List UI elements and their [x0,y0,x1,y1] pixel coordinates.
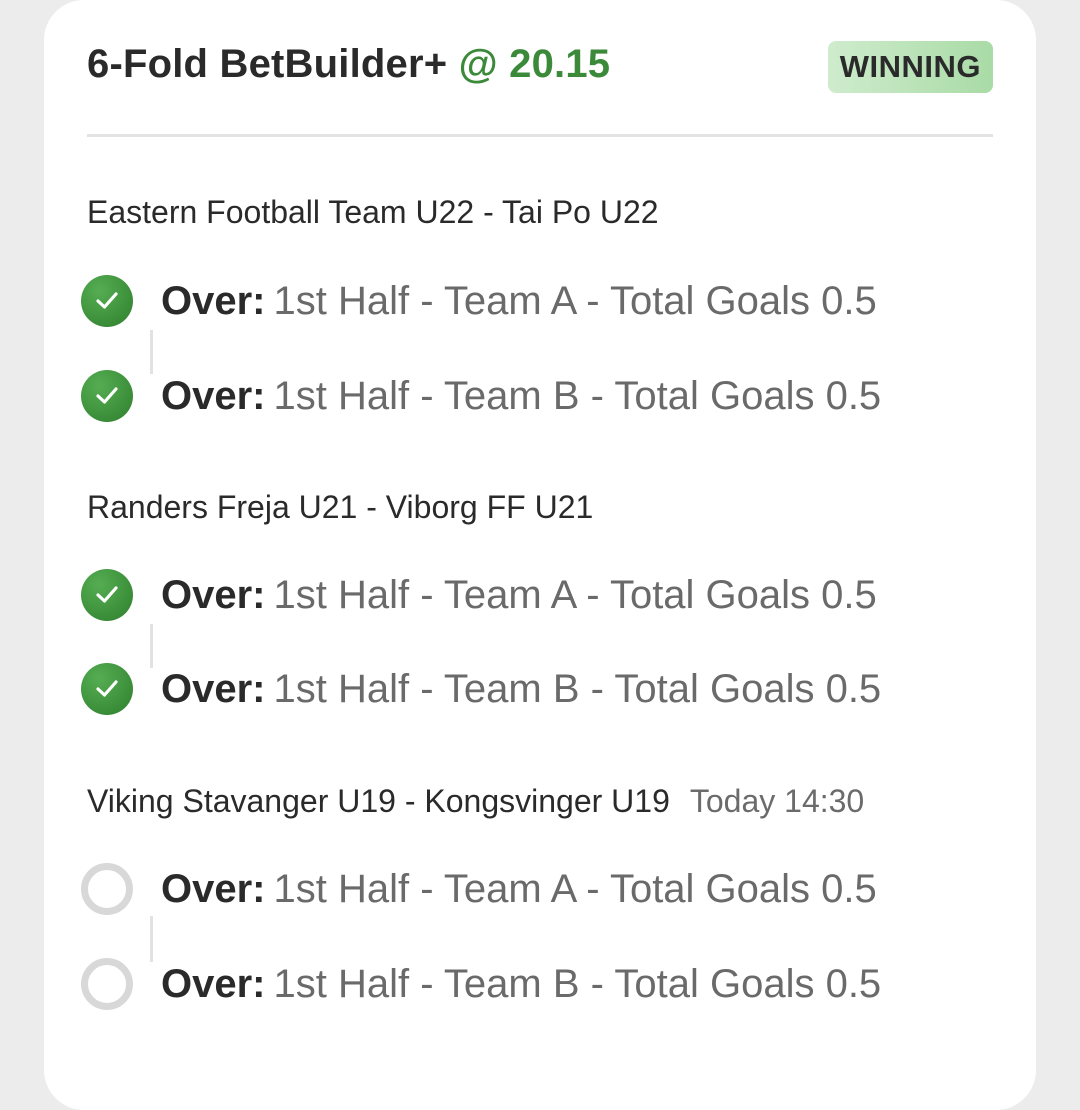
header-divider [87,134,993,137]
leg-selection: Over: [161,867,266,911]
leg-text: Over: 1st Half - Team A - Total Goals 0.5 [161,861,877,917]
empty-circle-icon [81,863,133,915]
leg-selection: Over: [161,279,266,323]
leg-text: Over: 1st Half - Team B - Total Goals 0.5 [161,956,881,1012]
leg-row: Over: 1st Half - Team B - Total Goals 0.5 [81,661,1001,717]
leg-text: Over: 1st Half - Team B - Total Goals 0.5 [161,661,881,717]
bet-title-text: 6-Fold BetBuilder+ [87,42,448,86]
leg-text: Over: 1st Half - Team A - Total Goals 0.5 [161,273,877,329]
leg-market: 1st Half - Team B - Total Goals 0.5 [273,374,882,418]
match-name: Viking Stavanger U19 - Kongsvinger U19 [87,783,670,819]
match-title-2: Randers Freja U21 - Viborg FF U21 [87,489,593,526]
check-circle-icon [81,663,133,715]
leg-market: 1st Half - Team A - Total Goals 0.5 [273,867,877,911]
bet-header: 6-Fold BetBuilder+ @ 20.15 WINNING [87,38,993,96]
check-circle-icon [81,370,133,422]
check-circle-icon [81,275,133,327]
bet-odds: @ 20.15 [458,42,611,86]
leg-market: 1st Half - Team B - Total Goals 0.5 [273,667,882,711]
bet-card: 6-Fold BetBuilder+ @ 20.15 WINNING Easte… [44,0,1036,1110]
match-title-3: Viking Stavanger U19 - Kongsvinger U19 To… [87,783,864,820]
leg-market: 1st Half - Team A - Total Goals 0.5 [273,573,877,617]
leg-row: Over: 1st Half - Team A - Total Goals 0.5 [81,567,1001,623]
leg-row: Over: 1st Half - Team A - Total Goals 0.5 [81,861,1001,917]
leg-text: Over: 1st Half - Team B - Total Goals 0.5 [161,368,881,424]
leg-row: Over: 1st Half - Team B - Total Goals 0.5 [81,956,1001,1012]
leg-selection: Over: [161,962,266,1006]
leg-selection: Over: [161,374,266,418]
match-name: Randers Freja U21 - Viborg FF U21 [87,489,594,525]
check-circle-icon [81,569,133,621]
match-title-1: Eastern Football Team U22 - Tai Po U22 [87,194,659,231]
leg-market: 1st Half - Team B - Total Goals 0.5 [273,962,882,1006]
leg-row: Over: 1st Half - Team A - Total Goals 0.5 [81,273,1001,329]
leg-selection: Over: [161,573,266,617]
leg-text: Over: 1st Half - Team A - Total Goals 0.5 [161,567,877,623]
leg-market: 1st Half - Team A - Total Goals 0.5 [273,279,877,323]
empty-circle-icon [81,958,133,1010]
leg-selection: Over: [161,667,266,711]
kickoff-time: Today 14:30 [689,783,865,819]
bet-title: 6-Fold BetBuilder+ @ 20.15 [87,42,610,87]
match-name: Eastern Football Team U22 - Tai Po U22 [87,194,659,230]
status-badge: WINNING [827,41,993,93]
leg-row: Over: 1st Half - Team B - Total Goals 0.5 [81,368,1001,424]
